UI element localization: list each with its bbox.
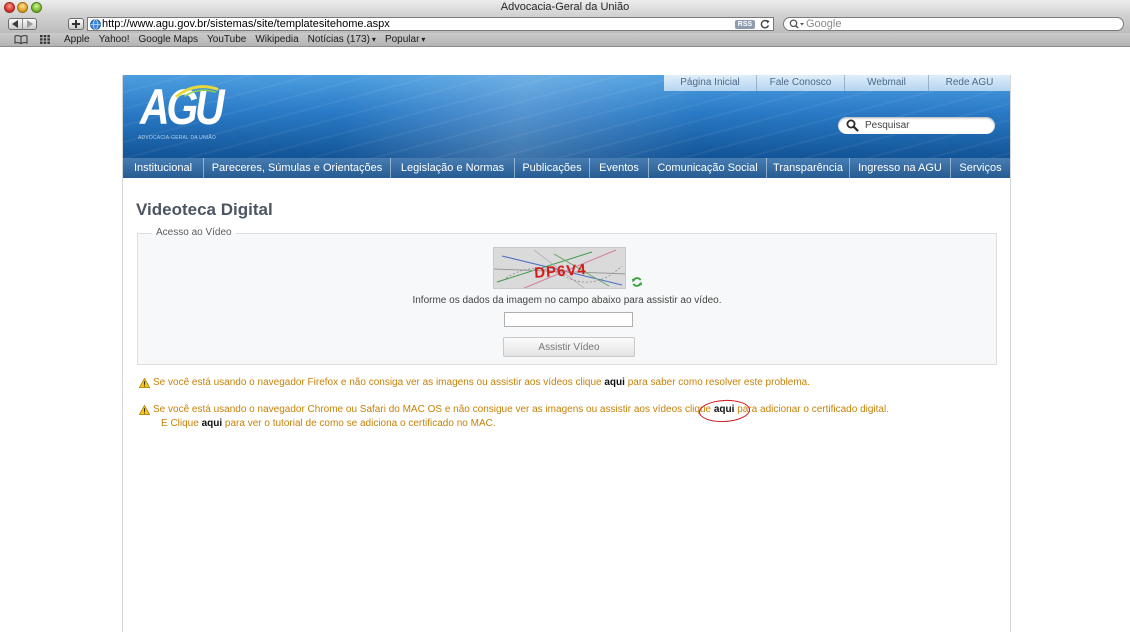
history-buttons	[8, 18, 37, 30]
bookmarks-book-icon[interactable]	[14, 35, 28, 44]
plus-icon	[72, 20, 80, 28]
main-navigation: Institucional Pareceres, Súmulas e Orien…	[123, 158, 1010, 178]
add-bookmark-button[interactable]	[68, 18, 84, 30]
notice-firefox: Se você está usando o navegador Firefox …	[139, 377, 810, 389]
bookmark-google-maps[interactable]: Google Maps	[139, 33, 198, 46]
top-link-rede-agu[interactable]: Rede AGU	[928, 75, 1010, 91]
notice-text-after: para saber como resolver este problema.	[624, 377, 811, 388]
search-icon	[789, 19, 804, 29]
captcha-code-input[interactable]	[504, 312, 633, 327]
logo-swoosh	[175, 85, 219, 98]
notice-text-after: para ver o tutorial de como se adiciona …	[222, 418, 496, 429]
globe-icon	[90, 19, 101, 30]
nav-legislacao[interactable]: Legislação e Normas	[390, 158, 514, 178]
window-titlebar: Advocacia-Geral da União	[0, 0, 1130, 15]
bookmark-apple[interactable]: Apple	[64, 33, 90, 46]
page-container: Página Inicial Fale Conosco Webmail Rede…	[122, 75, 1011, 632]
url-text: http://www.agu.gov.br/sistemas/site/temp…	[102, 18, 390, 30]
captcha-image: DP6V4	[493, 247, 626, 289]
annotated-link-wrapper: aqui	[698, 398, 751, 424]
watch-video-button[interactable]: Assistir Vídeo	[503, 337, 635, 357]
browser-toolbar: http://www.agu.gov.br/sistemas/site/temp…	[0, 15, 1130, 33]
nav-publicacoes[interactable]: Publicações	[514, 158, 589, 178]
notice-chrome-safari: Se você está usando o navegador Chrome o…	[139, 398, 889, 424]
bookmark-folder-label: Popular	[384, 34, 420, 45]
bookmark-folder-noticias[interactable]: Notícias (173) ▾	[308, 33, 376, 46]
forward-arrow-icon	[27, 20, 33, 28]
bookmark-folder-label: Notícias (173)	[307, 34, 370, 45]
top-link-contact[interactable]: Fale Conosco	[756, 75, 844, 91]
logo-subtitle: ADVOCACIA-GERAL DA UNIÃO	[138, 135, 216, 141]
top-sites-grid-icon[interactable]	[40, 35, 50, 44]
panel-legend: Acesso ao Vídeo	[152, 227, 236, 239]
refresh-captcha-icon[interactable]	[631, 276, 643, 288]
browser-search-field[interactable]: Google	[783, 17, 1124, 31]
nav-comunicacao-social[interactable]: Comunicação Social	[648, 158, 766, 178]
warning-icon	[139, 405, 150, 415]
page-title: Videoteca Digital	[136, 200, 273, 219]
video-access-panel: Acesso ao Vídeo DP6V4 Informe os dados d…	[137, 227, 997, 365]
bookmark-wikipedia[interactable]: Wikipedia	[255, 33, 298, 46]
notice-text: Se você está usando o navegador Chrome o…	[153, 398, 889, 424]
nav-eventos[interactable]: Eventos	[589, 158, 648, 178]
window-title: Advocacia-Geral da União	[500, 1, 630, 13]
notice-chrome-safari-line2: E Clique aqui para ver o tutorial de com…	[161, 418, 496, 430]
chevron-down-icon: ▾	[421, 35, 426, 44]
chevron-down-icon: ▾	[371, 35, 376, 44]
top-link-home[interactable]: Página Inicial	[664, 75, 756, 91]
reload-icon[interactable]	[760, 19, 770, 29]
nav-transparencia[interactable]: Transparência	[766, 158, 849, 178]
address-bar[interactable]: http://www.agu.gov.br/sistemas/site/temp…	[87, 17, 774, 31]
nav-pareceres[interactable]: Pareceres, Súmulas e Orientações	[203, 158, 390, 178]
back-arrow-icon	[12, 20, 18, 28]
notice-text: E Clique aqui para ver o tutorial de com…	[161, 418, 496, 430]
site-search-placeholder: Pesquisar	[865, 120, 910, 131]
warning-icon	[139, 378, 150, 388]
top-links-bar: Página Inicial Fale Conosco Webmail Rede…	[664, 75, 1010, 91]
nav-ingresso[interactable]: Ingresso na AGU	[849, 158, 950, 178]
notice-text-after: para adicionar o certificado digital.	[734, 404, 889, 415]
back-button[interactable]	[9, 19, 22, 29]
firefox-help-link[interactable]: aqui	[604, 377, 625, 388]
notice-text-before: Se você está usando o navegador Chrome o…	[153, 404, 714, 415]
forward-button[interactable]	[22, 19, 36, 29]
notice-text-before: E Clique	[161, 418, 202, 429]
captcha-instruction: Informe os dados da imagem no campo abai…	[412, 295, 722, 306]
add-certificate-link[interactable]: aqui	[714, 404, 735, 415]
bookmark-folder-popular[interactable]: Popular ▾	[385, 33, 425, 46]
bookmarks-list: Apple Yahoo! Google Maps YouTube Wikiped…	[64, 33, 425, 46]
notice-text-before: Se você está usando o navegador Firefox …	[153, 377, 605, 388]
rss-button[interactable]: RSS	[735, 20, 755, 29]
top-link-webmail[interactable]: Webmail	[844, 75, 928, 91]
nav-institucional[interactable]: Institucional	[123, 158, 203, 178]
search-icon	[846, 119, 859, 132]
notice-text: Se você está usando o navegador Firefox …	[153, 377, 810, 389]
site-search-input[interactable]: Pesquisar	[838, 117, 995, 134]
browser-search-placeholder: Google	[806, 18, 842, 30]
nav-servicos[interactable]: Serviços	[950, 158, 1010, 178]
bookmark-youtube[interactable]: YouTube	[207, 33, 246, 46]
bookmarks-bar: Apple Yahoo! Google Maps YouTube Wikiped…	[0, 33, 1130, 47]
mac-tutorial-link[interactable]: aqui	[202, 418, 223, 429]
bookmark-yahoo[interactable]: Yahoo!	[99, 33, 130, 46]
site-header-banner: Página Inicial Fale Conosco Webmail Rede…	[123, 75, 1010, 158]
